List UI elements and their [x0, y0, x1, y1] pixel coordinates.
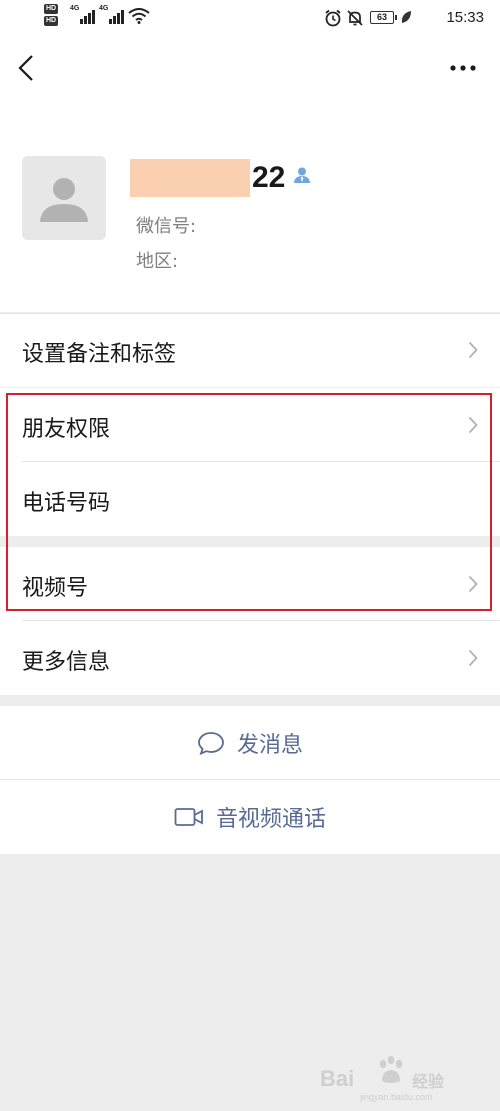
- chevron-right-icon: [468, 341, 478, 359]
- leaf-icon: [401, 11, 411, 23]
- baidu-watermark: Bai 经验 jingyan.baidu.com: [320, 1052, 470, 1102]
- chevron-right-icon: [468, 649, 478, 667]
- profile-header: 22 微信号: 地区:: [0, 106, 500, 312]
- chevron-right-icon: [468, 416, 478, 434]
- network-type-2: 4G: [99, 5, 109, 12]
- video-camera-icon: [174, 808, 203, 826]
- name-suffix: 22: [252, 161, 286, 194]
- hd-badge-1: HD: [44, 4, 58, 14]
- network-type-1: 4G: [70, 5, 80, 12]
- signal-icon-1: 4G: [70, 5, 96, 24]
- navbar: [0, 38, 500, 106]
- row-channels-label: 视频号: [22, 576, 89, 601]
- watermark-brand-right: 经验: [412, 1074, 445, 1091]
- more-options-button[interactable]: [450, 58, 476, 78]
- name-redaction-mask: [130, 159, 250, 197]
- contact-name: 22: [130, 158, 311, 198]
- row-phone-number-label: 电话号码: [22, 491, 111, 516]
- row-friend-permissions-label: 朋友权限: [22, 417, 111, 442]
- signal-icon-2: 4G: [99, 5, 125, 24]
- chevron-right-icon: [468, 575, 478, 593]
- region-label: 地区:: [136, 251, 179, 272]
- status-bar: HD HD 4G 4G 63 15:33: [0, 0, 500, 38]
- row-friend-permissions[interactable]: 朋友权限: [0, 388, 500, 462]
- mute-bell-icon: [347, 10, 363, 26]
- contact-person-icon: [294, 167, 311, 183]
- alarm-icon: [325, 9, 341, 27]
- row-remark-tags[interactable]: 设置备注和标签: [0, 313, 500, 387]
- row-more-info-label: 更多信息: [22, 650, 111, 675]
- video-call-button[interactable]: 音视频通话: [0, 780, 500, 854]
- watermark-url: jingyan.baidu.com: [360, 1092, 433, 1102]
- row-phone-number[interactable]: 电话号码: [0, 462, 500, 536]
- wifi-icon: [128, 8, 150, 24]
- hd-indicators: HD HD: [44, 4, 58, 28]
- video-call-label: 音视频通话: [215, 807, 326, 832]
- avatar[interactable]: [22, 156, 106, 240]
- wechat-id-label: 微信号:: [136, 216, 197, 237]
- row-remark-tags-label: 设置备注和标签: [22, 342, 177, 367]
- chat-bubble-icon: [198, 732, 224, 755]
- send-message-label: 发消息: [236, 733, 303, 758]
- row-channels[interactable]: 视频号: [0, 547, 500, 621]
- watermark-brand-left: Bai: [320, 1066, 355, 1091]
- status-time: 15:33: [446, 9, 484, 26]
- send-message-button[interactable]: 发消息: [0, 706, 500, 780]
- row-more-info[interactable]: 更多信息: [0, 621, 500, 695]
- baidu-paw-icon: [379, 1055, 403, 1083]
- default-avatar-icon: [40, 178, 88, 222]
- back-button[interactable]: [14, 52, 40, 84]
- hd-badge-2: HD: [44, 16, 58, 26]
- battery-icon: 63: [370, 11, 397, 24]
